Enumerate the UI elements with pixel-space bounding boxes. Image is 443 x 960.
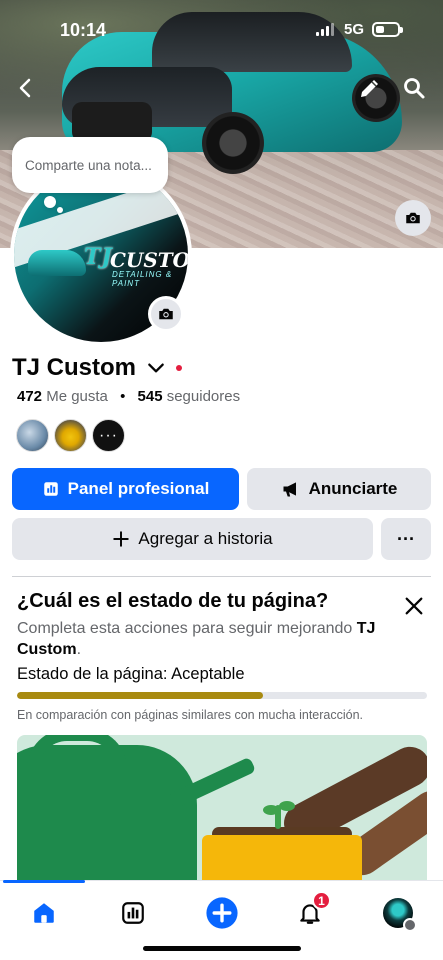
page-state-progress (17, 692, 427, 699)
followers-avatars[interactable]: ··· (16, 419, 125, 452)
close-icon (405, 597, 423, 615)
professional-dashboard-button[interactable]: Panel profesional (12, 468, 239, 510)
profile-avatar-thumbnail (383, 898, 417, 932)
logo-sub-text: DETAILING & PAINT (112, 270, 173, 288)
status-card-desc-text: Completa esta acciones para seguir mejor… (17, 620, 353, 637)
status-card-illustration (17, 735, 427, 880)
megaphone-icon (283, 482, 296, 497)
camera-icon (406, 212, 420, 224)
chevron-down-icon (148, 363, 164, 373)
profile-camera-button[interactable] (148, 296, 184, 332)
insights-icon (122, 902, 144, 924)
more-glyph: ··· (99, 426, 118, 444)
plus-icon (113, 531, 130, 547)
back-arrow-icon (19, 78, 31, 98)
note-bubble[interactable]: Comparte una nota... (12, 137, 168, 193)
page-name-row[interactable]: TJ Custom (12, 354, 183, 382)
page-screen: 10:14 5G TJ CUSTOM DETAILING & PAINT (0, 0, 443, 960)
edit-button[interactable] (356, 74, 384, 102)
pencil-icon (361, 80, 378, 97)
note-tail-dot-small (57, 207, 63, 213)
home-icon (34, 903, 54, 923)
tab-notifications[interactable]: 1 (288, 891, 332, 935)
followers-label[interactable]: seguidores (167, 388, 240, 405)
page-state-progress-fill (17, 692, 263, 699)
cover-camera-button[interactable] (395, 200, 431, 236)
section-divider (12, 576, 431, 577)
more-options-button[interactable]: ··· (381, 518, 431, 560)
follower-avatar[interactable] (54, 419, 87, 452)
logo-tj-text: TJ (84, 244, 113, 270)
chart-bars-icon (43, 482, 58, 496)
network-label: 5G (344, 21, 365, 38)
tab-home[interactable] (22, 891, 66, 935)
tab-profile-menu[interactable] (376, 891, 420, 935)
tab-insights[interactable] (111, 891, 155, 935)
camera-icon (159, 308, 173, 320)
add-to-story-button[interactable]: Agregar a historia (12, 518, 373, 560)
status-card-description: Completa esta acciones para seguir mejor… (17, 618, 407, 660)
status-card-desc-suffix: . (76, 641, 82, 658)
separator-dot: • (120, 388, 126, 405)
active-tab-indicator (3, 880, 85, 883)
battery-icon (372, 22, 403, 37)
comparison-note: En comparación con páginas similares con… (17, 708, 364, 722)
page-stats: 472 Me gusta • 545 seguidores (17, 388, 240, 405)
signal-icon (316, 23, 336, 36)
professional-dashboard-label: Panel profesional (67, 479, 210, 498)
menu-icon (403, 918, 417, 932)
follower-avatar[interactable] (16, 419, 49, 452)
add-to-story-label: Agregar a historia (138, 529, 273, 548)
search-button[interactable] (400, 74, 428, 102)
likes-label[interactable]: Me gusta (46, 388, 108, 405)
more-options-glyph: ··· (397, 528, 415, 549)
page-state-label: Estado de la página: (17, 665, 168, 683)
back-button[interactable] (12, 74, 40, 102)
note-placeholder: Comparte una nota... (25, 157, 152, 173)
tab-create[interactable] (200, 891, 244, 935)
status-bar: 10:14 5G (0, 0, 443, 56)
advertise-button[interactable]: Anunciarte (247, 468, 431, 510)
notification-dot (176, 365, 183, 371)
page-name: TJ Custom (12, 354, 137, 381)
advertise-label: Anunciarte (308, 479, 398, 498)
page-state-value: Aceptable (171, 665, 245, 683)
status-card-close-button[interactable] (400, 592, 428, 620)
note-tail-dot (44, 196, 56, 208)
logo-main-text: CUSTOM (110, 248, 188, 272)
notifications-badge: 1 (312, 891, 331, 910)
status-card-title: ¿Cuál es el estado de tu página? (17, 590, 329, 612)
likes-count: 472 (17, 388, 43, 405)
search-icon (404, 78, 425, 99)
create-plus-icon (206, 897, 238, 929)
more-followers-button[interactable]: ··· (92, 419, 125, 452)
page-state-row: Estado de la página: Aceptable (17, 665, 245, 684)
status-time: 10:14 (60, 20, 107, 40)
followers-count: 545 (137, 388, 163, 405)
home-indicator[interactable] (143, 946, 301, 951)
